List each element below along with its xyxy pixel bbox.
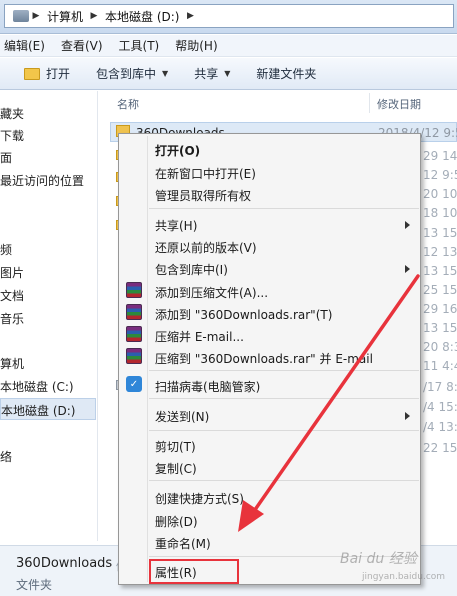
annotation-arrow <box>238 274 420 532</box>
watermark-logo: Bai du 经验 <box>340 551 417 567</box>
watermark-url: jingyan.baidu.com <box>362 572 446 582</box>
